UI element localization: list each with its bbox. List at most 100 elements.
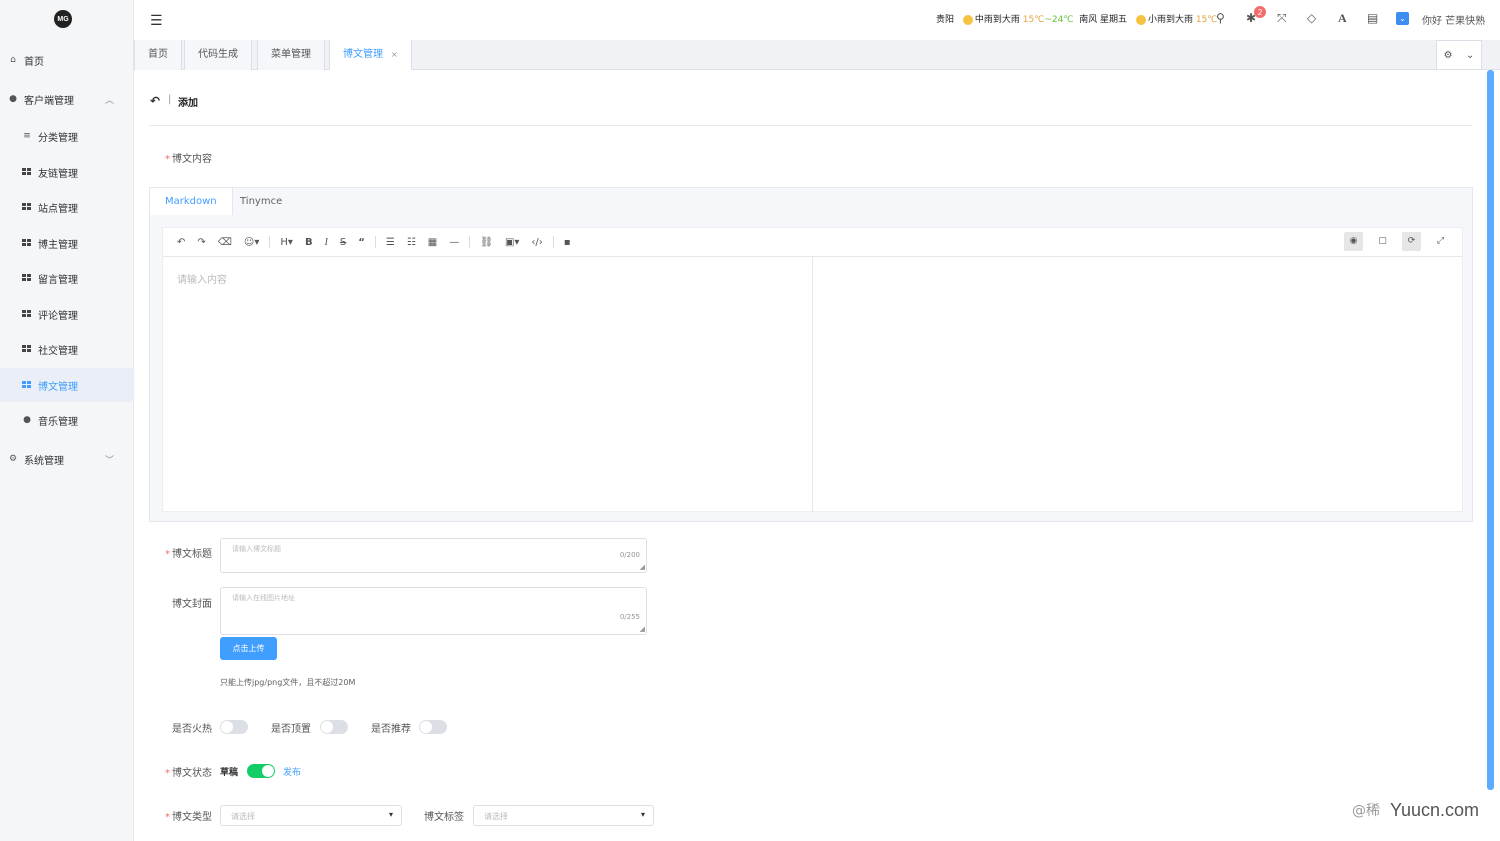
title-placeholder: 请输入博文标题 (232, 545, 281, 553)
cover-textarea[interactable]: 请输入在线图片地址 0/255 ◢ (220, 587, 647, 635)
list-icon: ≡ (23, 131, 31, 141)
sidebar-item-social[interactable]: 社交管理 (0, 332, 134, 366)
save-icon[interactable]: ▪ (564, 237, 571, 248)
sidebar-item-label: 留言管理 (38, 274, 78, 286)
logo[interactable]: MG (54, 10, 72, 28)
link-icon[interactable]: ⛓ (480, 237, 493, 248)
title-label: * 博文标题 (165, 549, 212, 560)
sidebar-item-label: 音乐管理 (38, 416, 78, 428)
html-preview-icon[interactable]: ▢ (1373, 232, 1392, 251)
tag-select[interactable]: 请选择 ▾ (473, 805, 654, 826)
translate-icon[interactable]: ▤ (1367, 11, 1378, 25)
sidebar-item-links[interactable]: 友链管理 (0, 155, 134, 189)
back-arrow-icon[interactable]: ↶ (150, 94, 160, 108)
hr-icon[interactable]: — (449, 237, 459, 248)
chevron-up-icon: ︿ (104, 95, 114, 106)
sidebar-item-blogger[interactable]: 博主管理 (0, 226, 134, 260)
sidebar-item-site[interactable]: 站点管理 (0, 190, 134, 224)
tab-label: 首页 (148, 49, 168, 60)
settings-icon[interactable]: ⚙ (1444, 50, 1453, 61)
tab-articles[interactable]: 博文管理 × (329, 40, 412, 70)
hot-switch[interactable] (220, 720, 248, 734)
sidebar-item-label: 评论管理 (38, 310, 78, 322)
emoji-icon[interactable]: ☺▾ (244, 237, 259, 248)
editor-input-pane[interactable]: 请输入内容 (163, 257, 813, 512)
chevron-down-icon[interactable]: ⌄ (1466, 50, 1474, 61)
resize-handle-icon[interactable]: ◢ (640, 563, 645, 571)
eraser-icon[interactable]: ⌫ (218, 237, 232, 248)
redo-icon[interactable]: ↷ (197, 237, 205, 248)
resize-handle-icon[interactable]: ◢ (640, 625, 645, 633)
quote-icon[interactable]: “ (358, 237, 365, 248)
sidebar-item-label: 客户端管理 (24, 95, 74, 107)
sidebar-item-client[interactable]: ● 客户端管理 ︿ (0, 82, 134, 116)
recommend-label: 是否推荐 (371, 724, 411, 735)
ordered-list-icon[interactable]: ☷ (407, 237, 416, 248)
table-icon[interactable]: ▦ (428, 237, 437, 248)
user-greeting[interactable]: 你好 芒果快熟 (1422, 12, 1485, 27)
search-icon[interactable]: ⚲ (1216, 11, 1225, 25)
font-size-icon[interactable]: A (1338, 11, 1347, 26)
strikethrough-icon[interactable]: S (340, 237, 346, 248)
title-count: 0/200 (619, 551, 640, 559)
recommend-switch[interactable] (419, 720, 447, 734)
sidebar-item-label: 博文管理 (38, 381, 78, 393)
scrollbar[interactable] (1487, 70, 1494, 790)
upload-tip: 只能上传jpg/png文件，且不超过20M (220, 678, 356, 687)
weather-today-high: 24℃ (1051, 15, 1074, 25)
status-draft: 草稿 (220, 768, 239, 778)
watermark-left: @稀 (1352, 803, 1380, 819)
sidebar-item-label: 博主管理 (38, 239, 78, 251)
preview-icon[interactable]: ◉ (1344, 232, 1363, 251)
title-textarea[interactable]: 请输入博文标题 0/200 ◢ (220, 538, 647, 573)
tab-menu[interactable]: 菜单管理 (257, 40, 325, 70)
weather-temp-sep: ~ (1044, 15, 1052, 25)
image-icon[interactable]: ▣▾ (505, 237, 519, 248)
grid-icon (22, 203, 32, 211)
code-icon[interactable]: ‹/› (531, 237, 542, 248)
sync-scroll-icon[interactable]: ⟳ (1402, 232, 1421, 251)
upload-button[interactable]: 点击上传 (220, 637, 277, 660)
info-circle-icon: ● (9, 94, 17, 104)
tab-codegen[interactable]: 代码生成 (184, 40, 252, 70)
tab-home[interactable]: 首页 (134, 40, 182, 70)
sidebar-item-category[interactable]: ≡ 分类管理 (0, 119, 134, 153)
sidebar-item-system[interactable]: ⚙ 系统管理 ﹀ (0, 442, 134, 476)
sidebar-item-home[interactable]: ⌂ 首页 (0, 43, 134, 77)
fullscreen-icon[interactable]: ⤢ (1431, 232, 1450, 251)
sidebar-item-label: 系统管理 (24, 455, 64, 467)
tab-label: 博文管理 (343, 49, 383, 60)
grid-icon (22, 381, 32, 389)
italic-icon[interactable]: I (325, 237, 328, 248)
theme-color-icon[interactable]: ⌄ (1396, 12, 1409, 25)
diamond-icon[interactable]: ◇ (1307, 11, 1316, 25)
type-label: * 博文类型 (165, 812, 212, 823)
status-switch[interactable] (247, 764, 275, 778)
type-select[interactable]: 请选择 ▾ (220, 805, 402, 826)
weather-sun-icon (962, 14, 973, 25)
sidebar-item-music[interactable]: ● 音乐管理 (0, 403, 134, 437)
sidebar-item-label: 分类管理 (38, 132, 78, 144)
fullscreen-icon[interactable]: ⤧ (1277, 11, 1287, 26)
gear-icon: ⚙ (8, 454, 18, 464)
sidebar-item-comments[interactable]: 评论管理 (0, 297, 134, 331)
top-header: ☰ 贵阳 中雨到大雨 15℃~24℃ 南风 星期五 小雨到大雨 15℃ ⚲ ✱ … (134, 0, 1500, 40)
tab-tinymce[interactable]: Tinymce (225, 188, 297, 215)
caret-down-icon: ▾ (388, 810, 393, 819)
unordered-list-icon[interactable]: ☰ (386, 237, 395, 248)
cover-count: 0/255 (619, 613, 640, 621)
editor-toolbar: ↶ ↷ ⌫ ☺▾ H▾ B I S “ ☰ ☷ ▦ — ⛓ ▣▾ ‹/› ▪ ◉… (163, 228, 1462, 257)
editor-tabs-container: Markdown Tinymce ↶ ↷ ⌫ ☺▾ H▾ B I S “ ☰ ☷… (149, 187, 1473, 522)
top-switch[interactable] (320, 720, 348, 734)
sidebar-item-articles[interactable]: 博文管理 (0, 368, 134, 402)
tab-markdown[interactable]: Markdown (150, 188, 233, 215)
bold-icon[interactable]: B (305, 237, 313, 248)
undo-icon[interactable]: ↶ (177, 237, 185, 248)
close-icon[interactable]: × (391, 50, 398, 59)
menu-toggle-icon[interactable]: ☰ (150, 13, 163, 29)
sidebar-item-messages[interactable]: 留言管理 (0, 261, 134, 295)
tag-label: 博文标签 (424, 812, 464, 823)
editor-preview-pane (814, 257, 1463, 512)
divider (149, 125, 1472, 126)
heading-icon[interactable]: H▾ (280, 237, 293, 248)
